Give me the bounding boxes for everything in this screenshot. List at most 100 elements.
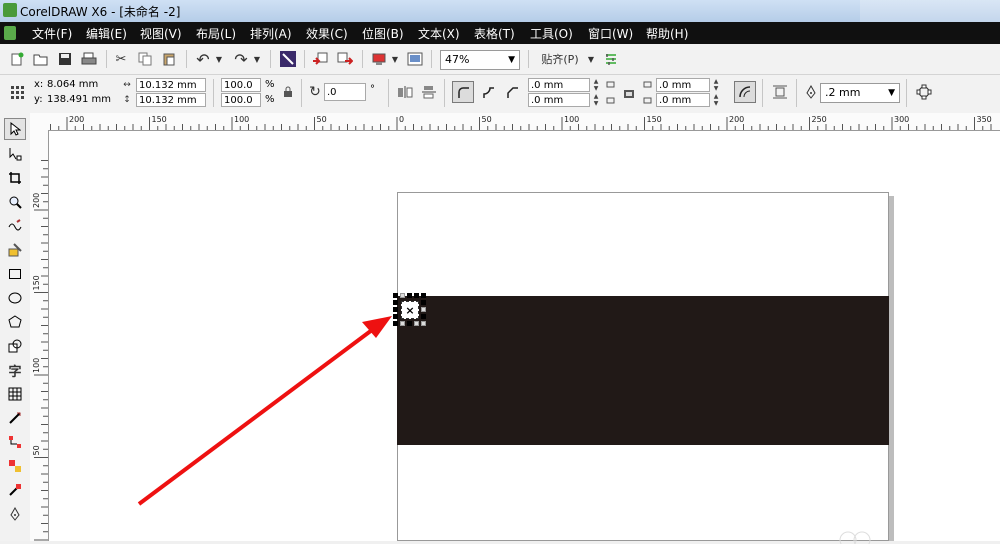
options-icon[interactable] [602, 50, 620, 68]
selection-handle[interactable] [407, 321, 412, 326]
zoom-level-select[interactable]: 47% ▼ [440, 50, 520, 70]
chamfered-corner-icon[interactable] [502, 81, 522, 103]
relative-corner-scaling-icon[interactable] [734, 81, 756, 103]
scalloped-corner-icon[interactable] [478, 81, 498, 103]
scale-y-input[interactable]: 100.0 [221, 93, 261, 107]
save-icon[interactable] [56, 50, 74, 68]
search-content-icon[interactable] [279, 50, 297, 68]
application-launcher-icon[interactable] [370, 50, 388, 68]
menu-bitmaps[interactable]: 位图(B) [362, 25, 404, 42]
menu-effects[interactable]: 效果(C) [306, 25, 348, 42]
selection-handle[interactable] [393, 307, 398, 312]
selection-handle[interactable] [421, 321, 426, 326]
lock-ratio-icon[interactable] [281, 85, 295, 99]
freehand-tool-icon[interactable] [4, 215, 26, 237]
selection-handle[interactable] [393, 300, 398, 305]
outline-width-select[interactable]: .2 mm ▼ [820, 83, 900, 103]
corner-spinner[interactable]: ▲ ▼ [711, 78, 721, 92]
smart-fill-tool-icon[interactable] [4, 239, 26, 261]
menu-edit[interactable]: 编辑(E) [86, 25, 127, 42]
corner-radius-top-left-input[interactable]: .0 mm [528, 78, 590, 92]
pick-tool-icon[interactable] [4, 118, 26, 140]
menu-view[interactable]: 视图(V) [140, 25, 182, 42]
selection-handle[interactable] [414, 321, 419, 326]
table-tool-icon[interactable] [4, 383, 26, 405]
selection-handle[interactable] [421, 300, 426, 305]
zoom-tool-icon[interactable] [4, 191, 26, 213]
convert-to-curves-icon[interactable] [914, 83, 934, 101]
corner-radius-top-right-input[interactable]: .0 mm [656, 78, 710, 92]
selection-handle[interactable] [400, 321, 405, 326]
lock-corners-icon[interactable] [620, 83, 638, 101]
selection-handle[interactable] [421, 314, 426, 319]
text-tool-icon[interactable]: 字 [4, 359, 26, 381]
menu-table[interactable]: 表格(T) [474, 25, 515, 42]
basic-shapes-tool-icon[interactable] [4, 335, 26, 357]
interactive-blend-tool-icon[interactable] [4, 455, 26, 477]
menu-file[interactable]: 文件(F) [32, 25, 72, 42]
shape-tool-icon[interactable] [4, 143, 26, 165]
rectangle-tool-icon[interactable] [4, 263, 26, 285]
wrap-text-icon[interactable] [770, 83, 790, 101]
selection-handle[interactable] [393, 293, 398, 298]
ellipse-tool-icon[interactable] [4, 287, 26, 309]
snap-dropdown-icon[interactable]: ▼ [586, 50, 596, 68]
ruler-origin[interactable] [30, 113, 49, 131]
selection-handle[interactable] [393, 314, 398, 319]
window-controls[interactable] [860, 0, 1000, 22]
horizontal-ruler[interactable]: 200 150 100 50 0 50 100 150 200 250 300 350 [48, 113, 1000, 131]
open-folder-icon[interactable] [32, 50, 50, 68]
copy-icon[interactable] [136, 50, 154, 68]
corner-spinner[interactable]: ▲ ▼ [591, 78, 601, 92]
height-input[interactable]: 10.132 mm [136, 93, 206, 107]
corner-spinner[interactable]: ▲ ▼ [591, 93, 601, 107]
rotation-input[interactable]: .0 [324, 83, 366, 101]
new-document-icon[interactable] [8, 50, 26, 68]
menu-text[interactable]: 文本(X) [418, 25, 460, 42]
import-icon[interactable] [311, 50, 329, 68]
width-input[interactable]: 10.132 mm [136, 78, 206, 92]
corner-radius-bottom-left-input[interactable]: .0 mm [528, 93, 590, 107]
cut-icon[interactable]: ✂ [112, 50, 130, 68]
selection-handle[interactable] [414, 293, 419, 298]
corner-radius-bottom-right-input[interactable]: .0 mm [656, 93, 710, 107]
outline-tool-icon[interactable] [4, 503, 26, 525]
selection-handle[interactable] [407, 293, 412, 298]
welcome-screen-icon[interactable] [406, 50, 424, 68]
undo-icon[interactable]: ↶ [194, 50, 212, 69]
undo-dropdown-icon[interactable]: ▼ [214, 50, 224, 68]
round-corner-icon[interactable] [452, 81, 474, 103]
selection-handle[interactable] [400, 293, 405, 298]
paste-icon[interactable] [160, 50, 178, 68]
export-icon[interactable] [336, 50, 354, 68]
eyedropper-tool-icon[interactable] [4, 479, 26, 501]
scale-x-input[interactable]: 100.0 [221, 78, 261, 92]
vertical-ruler[interactable]: 200 150 100 50 [30, 130, 49, 541]
menu-window[interactable]: 窗口(W) [588, 25, 633, 42]
menu-layout[interactable]: 布局(L) [196, 25, 236, 42]
redo-dropdown-icon[interactable]: ▼ [252, 50, 262, 68]
y-position-input[interactable]: 138.491 mm [45, 93, 115, 107]
selection-handle[interactable] [421, 307, 426, 312]
black-rectangle[interactable] [397, 296, 889, 445]
menu-arrange[interactable]: 排列(A) [250, 25, 292, 42]
document-icon[interactable] [4, 26, 16, 40]
selection-handle[interactable] [393, 321, 398, 326]
redo-icon[interactable]: ↷ [232, 50, 250, 69]
object-origin-icon[interactable] [8, 83, 26, 101]
selected-object[interactable]: × [393, 293, 427, 327]
menu-tools[interactable]: 工具(O) [530, 25, 573, 42]
polygon-tool-icon[interactable] [4, 311, 26, 333]
print-icon[interactable] [80, 50, 98, 68]
mirror-vertical-icon[interactable] [420, 83, 438, 101]
connector-tool-icon[interactable] [4, 431, 26, 453]
snap-to-button[interactable]: 贴齐(P) [536, 50, 584, 68]
x-position-input[interactable]: 8.064 mm [45, 78, 115, 92]
selection-handle[interactable] [421, 293, 426, 298]
crop-tool-icon[interactable] [4, 167, 26, 189]
mirror-horizontal-icon[interactable] [396, 83, 414, 101]
launcher-dropdown-icon[interactable]: ▼ [390, 50, 400, 68]
corner-spinner[interactable]: ▲ ▼ [711, 93, 721, 107]
menu-help[interactable]: 帮助(H) [646, 25, 688, 42]
dimension-tool-icon[interactable] [4, 407, 26, 429]
